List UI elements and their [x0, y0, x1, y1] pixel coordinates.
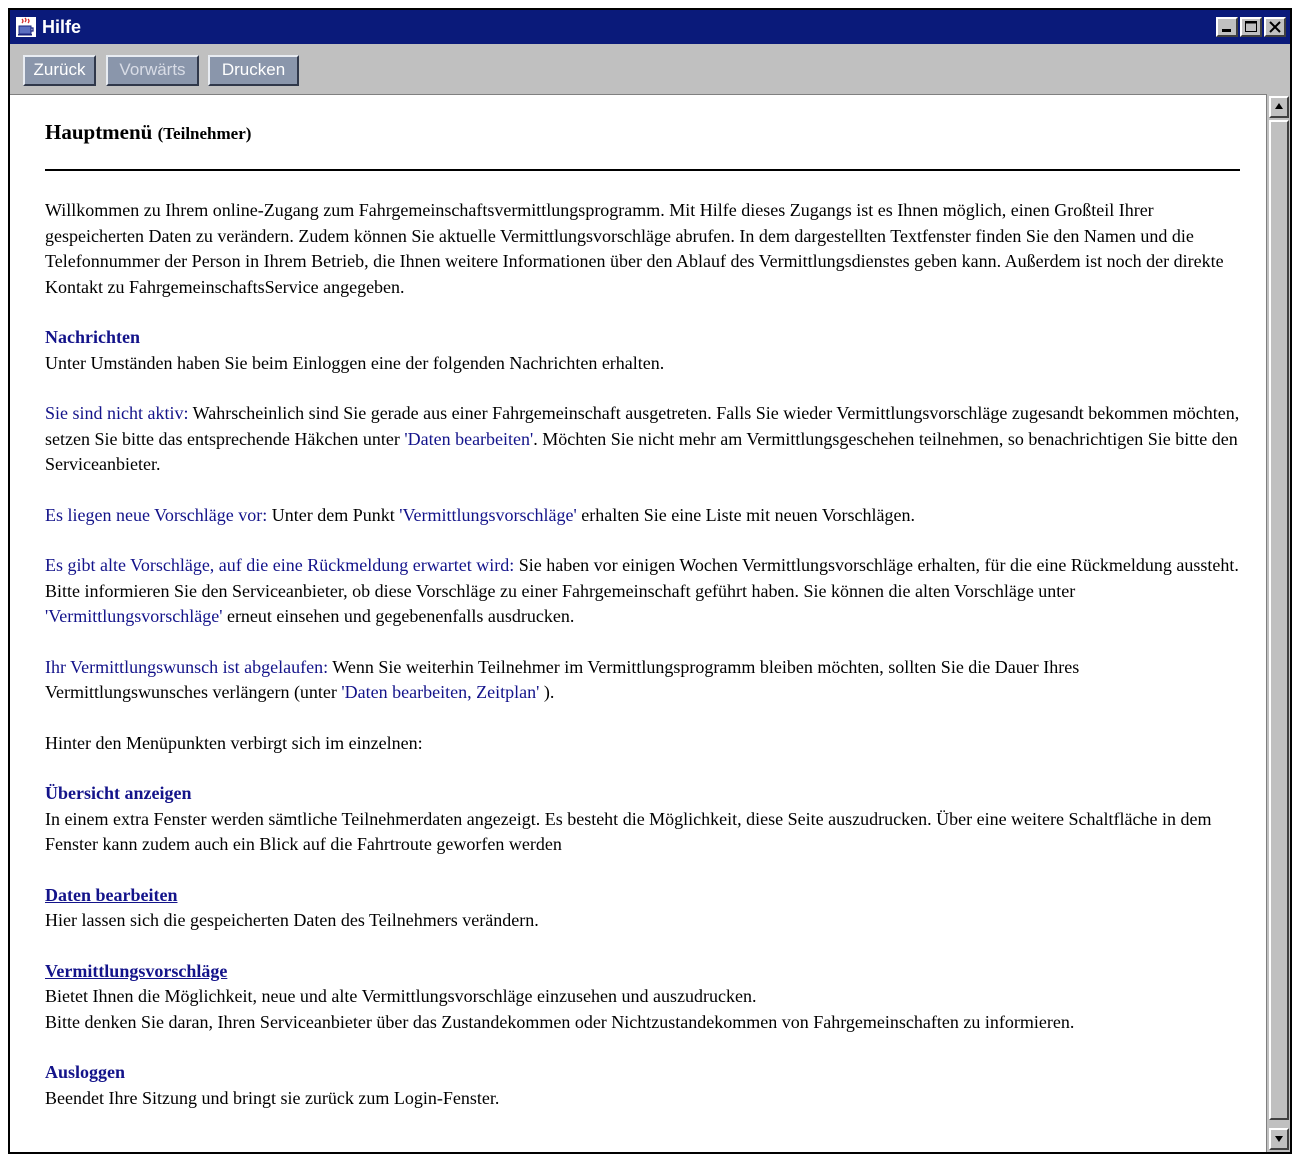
message-expired-text-end: ).: [539, 682, 555, 702]
scroll-up-button[interactable]: [1269, 96, 1289, 118]
maximize-button[interactable]: [1240, 17, 1262, 37]
back-button[interactable]: Zurück: [23, 55, 96, 86]
page-title: Hauptmenü (Teilnehmer): [45, 117, 1240, 149]
vorschlaege-text-1: Bietet Ihnen die Möglichkeit, neue und a…: [45, 986, 757, 1006]
zeitplan-ref: 'Daten bearbeiten, Zeitplan': [341, 682, 540, 702]
window-title: Hilfe: [42, 17, 82, 37]
message-inactive: Sie sind nicht aktiv: Wahrscheinlich sin…: [45, 401, 1240, 478]
intro-paragraph: Willkommen zu Ihrem online-Zugang zum Fa…: [45, 200, 1224, 297]
vorschlaege-text-2: Bitte denken Sie daran, Ihren Serviceanb…: [45, 1011, 1075, 1032]
message-inactive-label: Sie sind nicht aktiv:: [45, 403, 189, 423]
section-heading-ausloggen: Ausloggen: [45, 1062, 126, 1082]
uebersicht-text: In einem extra Fenster werden sämtliche …: [45, 808, 1212, 855]
maximize-icon: [1245, 21, 1257, 32]
message-new-proposals-label: Es liegen neue Vorschläge vor:: [45, 504, 268, 525]
toolbar: Zurück Vorwärts Drucken: [10, 44, 1290, 94]
vertical-scrollbar[interactable]: [1266, 94, 1290, 1152]
section-heading-uebersicht: Übersicht anzeigen: [45, 783, 192, 803]
link-vermittlungsvorschlaege[interactable]: Vermittlungsvorschläge: [45, 959, 1240, 985]
print-button[interactable]: Drucken: [208, 55, 299, 86]
menu-intro: Hinter den Menüpunkten verbirgt sich im …: [45, 732, 423, 753]
help-content[interactable]: Hauptmenü (Teilnehmer) Willkommen zu Ihr…: [10, 94, 1266, 1152]
message-old-proposals-label: Es gibt alte Vorschläge, auf die eine Rü…: [45, 555, 515, 575]
vorschlaege-ref-2: 'Vermittlungsvorschläge': [45, 606, 223, 626]
minimize-button[interactable]: [1216, 17, 1238, 37]
ausloggen-text: Beendet Ihre Sitzung und bringt sie zurü…: [45, 1087, 500, 1108]
title-bar[interactable]: Hilfe: [10, 10, 1290, 44]
message-new-proposals: Es liegen neue Vorschläge vor: Unter dem…: [45, 503, 1240, 529]
close-button[interactable]: [1264, 17, 1286, 37]
message-old-proposals: Es gibt alte Vorschläge, auf die eine Rü…: [45, 553, 1240, 630]
link-daten-bearbeiten[interactable]: Daten bearbeiten: [45, 883, 1240, 909]
message-new-proposals-text: Unter dem Punkt: [267, 504, 400, 525]
arrow-up-icon: [1275, 103, 1283, 109]
scroll-down-button[interactable]: [1269, 1128, 1289, 1150]
section-heading-nachrichten: Nachrichten: [45, 327, 140, 347]
help-window: Hilfe Zurück Vorwärts Drucken Hauptmenü …: [8, 8, 1292, 1154]
minimize-icon: [1222, 29, 1231, 32]
nachrichten-text: Unter Umständen haben Sie beim Einloggen…: [45, 352, 665, 373]
message-new-proposals-text-end: erhalten Sie eine Liste mit neuen Vorsch…: [576, 504, 915, 525]
daten-text: Hier lassen sich die gespeicherten Daten…: [45, 910, 539, 930]
java-cup-icon: [16, 17, 36, 37]
arrow-down-icon: [1275, 1136, 1283, 1142]
message-expired: Ihr Vermittlungswunsch ist abgelaufen: W…: [45, 655, 1240, 706]
page-title-main: Hauptmenü: [45, 120, 153, 144]
vorschlaege-ref: 'Vermittlungsvorschläge': [399, 504, 577, 525]
page-title-sub: (Teilnehmer): [157, 124, 252, 143]
close-icon: [1269, 21, 1281, 33]
message-old-proposals-text-end: erneut einsehen und gegebenenfalls ausdr…: [222, 606, 575, 626]
link-daten-bearbeiten-ref: 'Daten bearbeiten': [404, 428, 534, 449]
title-divider: [45, 169, 1240, 171]
scrollbar-thumb[interactable]: [1269, 120, 1289, 1120]
help-document: Hauptmenü (Teilnehmer) Willkommen zu Ihr…: [45, 95, 1240, 1111]
message-expired-label: Ihr Vermittlungswunsch ist abgelaufen:: [45, 656, 329, 677]
forward-button[interactable]: Vorwärts: [106, 55, 199, 86]
